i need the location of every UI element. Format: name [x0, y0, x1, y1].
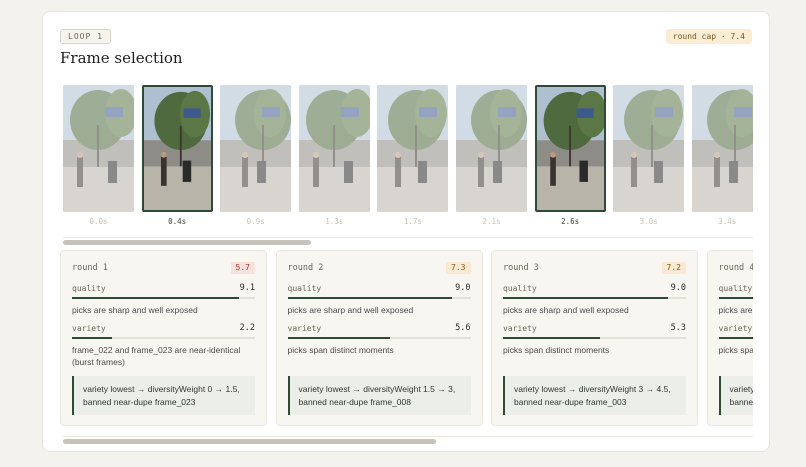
variety-label: variety — [718, 324, 753, 333]
variety-note: picks span distinct moments — [287, 345, 394, 355]
variety-bar-fill — [287, 337, 390, 339]
frame-strip-scrollbar[interactable] — [63, 237, 753, 245]
page-title: Frame selection — [60, 49, 183, 67]
rounds-strip-scrollbar[interactable] — [63, 436, 753, 444]
variety-bar — [718, 337, 753, 339]
frame-thumbnail[interactable]: 1.7s — [377, 85, 449, 226]
variety-label: variety — [287, 324, 322, 333]
variety-note: frame_022 and frame_023 are near-identic… — [72, 345, 241, 367]
frame-thumbnail[interactable]: 0.4s — [141, 85, 213, 226]
frame-image[interactable] — [220, 85, 292, 212]
selected-frame-image[interactable] — [534, 85, 606, 212]
variety-bar — [72, 337, 255, 339]
frame-image[interactable] — [298, 85, 370, 212]
frame-timestamp: 0.9s — [246, 217, 265, 226]
frame-thumbnail[interactable]: 3.4s — [691, 85, 753, 226]
frame-timestamp: 0.0s — [89, 217, 108, 226]
frame-timestamp: 2.1s — [482, 217, 501, 226]
frame-thumbnail[interactable]: 3.0s — [613, 85, 685, 226]
round-card: round 3 7.2 quality 9.0 picks are sharp and … — [491, 250, 698, 426]
round-label: round 2 — [287, 263, 324, 273]
variety-note: picks span distinct moments — [503, 345, 610, 355]
adjustment-note: variety lowest → diversityWeight 3 → 4.5… — [503, 376, 686, 415]
adjustment-note: variety lowest → diversityWeight 0 → 1.5… — [72, 376, 255, 415]
variety-label: variety — [503, 324, 537, 333]
frame-strip-scroll-thumb[interactable] — [63, 240, 312, 245]
variety-bar — [503, 337, 686, 339]
frame-thumbnail[interactable]: 0.0s — [63, 85, 134, 226]
variety-score: 5.6 — [455, 323, 471, 333]
quality-bar-fill — [72, 297, 239, 299]
quality-label: quality — [503, 284, 537, 293]
variety-note: picks span distinct moments — [718, 345, 754, 355]
quality-label: quality — [72, 284, 106, 293]
frame-image[interactable] — [456, 85, 527, 212]
quality-note: picks are sharp and well exposed — [503, 305, 629, 315]
frame-image[interactable] — [377, 85, 449, 212]
round-label: round 3 — [503, 263, 539, 273]
frame-thumbnail[interactable]: 0.9s — [220, 85, 292, 226]
quality-note: picks are sharp and well exposed — [72, 305, 198, 315]
variety-bar-fill — [72, 337, 113, 339]
quality-note: picks are sharp and well exposed — [718, 305, 754, 315]
quality-note: picks are sharp and well exposed — [287, 305, 414, 315]
round-score-badge: 5.7 — [230, 262, 255, 274]
quality-score: 9.1 — [239, 283, 255, 293]
round-label: round 4 — [718, 263, 754, 273]
frame-timestamp: 1.3s — [325, 217, 344, 226]
quality-bar-fill — [718, 297, 753, 299]
frame-image[interactable] — [691, 85, 753, 212]
variety-bar — [287, 337, 471, 339]
frame-thumbnail[interactable]: 2.1s — [456, 85, 527, 226]
frame-timestamp: 3.0s — [639, 217, 658, 226]
quality-bar — [72, 297, 255, 299]
quality-bar-fill — [287, 297, 453, 299]
quality-label: quality — [287, 284, 322, 293]
selected-frame-image[interactable] — [141, 85, 213, 212]
frame-image[interactable] — [613, 85, 685, 212]
round-card: round 1 5.7 quality 9.1 picks are sharp and … — [60, 250, 267, 426]
adjustment-note: variety lowest → diversityWeight 1.5 → 3… — [287, 376, 471, 415]
frame-selection-card: LOOP 1 round cap · 7.4 Frame selection 0… — [42, 11, 770, 452]
frame-timestamp: 2.6s — [561, 217, 580, 226]
loop-badge: LOOP 1 — [60, 29, 111, 44]
rounds-strip[interactable]: round 1 5.7 quality 9.1 picks are sharp and … — [60, 250, 753, 426]
quality-bar-fill — [503, 297, 668, 299]
quality-score: 9.0 — [670, 283, 686, 293]
rounds-strip-scroll-thumb[interactable] — [63, 439, 436, 444]
frame-timestamp: 3.4s — [718, 217, 737, 226]
frame-strip[interactable]: 0.0s 0.4s 0.9s 1.3s 1.7s 2.1s 2.6s 3.0s 3.4s — [63, 85, 753, 245]
quality-bar — [287, 297, 471, 299]
frame-image[interactable] — [63, 85, 134, 212]
variety-bar-fill — [718, 337, 753, 339]
variety-label: variety — [72, 324, 106, 333]
frame-timestamp: 1.7s — [403, 217, 422, 226]
round-card: round 2 7.3 quality 9.0 picks are sharp and … — [275, 250, 483, 426]
frame-thumbnail[interactable]: 1.3s — [298, 85, 370, 226]
round-score-badge: 7.2 — [661, 262, 686, 274]
variety-score: 5.3 — [670, 323, 686, 333]
quality-label: quality — [718, 284, 753, 293]
quality-score: 9.0 — [455, 283, 471, 293]
round-score-badge: 7.3 — [446, 262, 471, 274]
round-cap-badge: round cap · 7.4 — [665, 29, 752, 44]
quality-bar — [503, 297, 686, 299]
variety-score: 2.2 — [239, 323, 255, 333]
frame-thumbnail[interactable]: 2.6s — [534, 85, 606, 226]
round-label: round 1 — [72, 263, 108, 273]
round-card: round 4 quality picks are sharp and well e… — [706, 250, 754, 426]
frame-timestamp: 0.4s — [168, 217, 187, 226]
quality-bar — [718, 297, 753, 299]
variety-bar-fill — [503, 337, 600, 339]
adjustment-note: variety lowest → diversityWeight 4.5 → 6… — [718, 376, 753, 415]
